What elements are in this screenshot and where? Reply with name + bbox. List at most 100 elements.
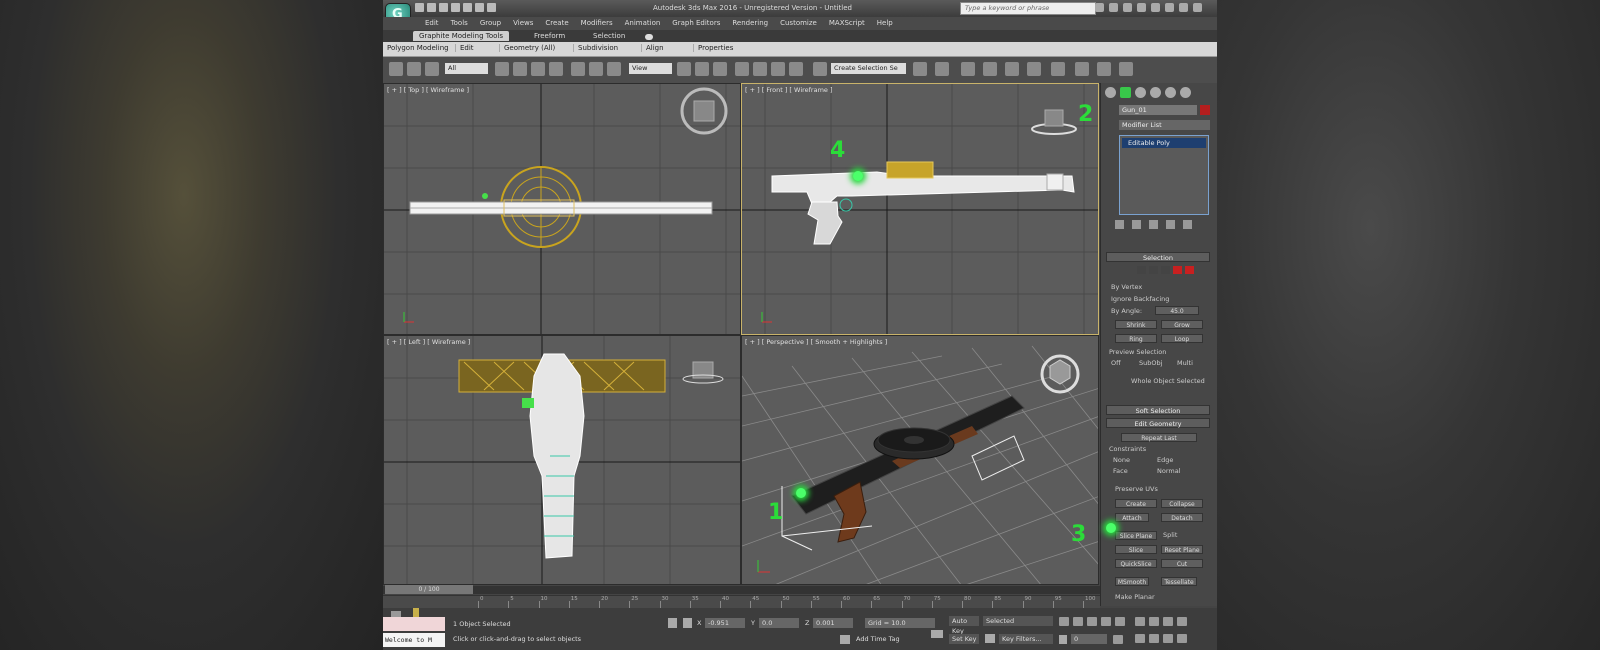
pin-stack-icon[interactable] bbox=[1115, 220, 1124, 229]
create-button[interactable]: Create bbox=[1115, 499, 1157, 508]
rendered-frame-icon[interactable] bbox=[1097, 62, 1111, 76]
selected-dropdown[interactable]: Selected bbox=[983, 616, 1053, 626]
viewport-front[interactable]: [ + ] [ Front ] [ Wireframe ] bbox=[741, 83, 1099, 335]
link-icon[interactable] bbox=[389, 62, 403, 76]
favorites-icon[interactable] bbox=[1137, 3, 1146, 12]
layer-manager-icon[interactable] bbox=[961, 62, 975, 76]
element-level-icon[interactable] bbox=[1185, 266, 1194, 274]
preview-off-radio[interactable]: Off bbox=[1111, 359, 1121, 367]
bind-space-warp-icon[interactable] bbox=[425, 62, 439, 76]
lock-selection-icon[interactable] bbox=[668, 618, 677, 628]
previous-frame-icon[interactable] bbox=[1073, 617, 1083, 626]
viewport-top-label[interactable]: [ + ] [ Top ] [ Wireframe ] bbox=[387, 86, 469, 94]
utilities-tab-icon[interactable] bbox=[1180, 87, 1191, 98]
scale-icon[interactable] bbox=[607, 62, 621, 76]
render-setup-icon[interactable] bbox=[1075, 62, 1089, 76]
shrink-button[interactable]: Shrink bbox=[1115, 320, 1157, 329]
time-tag-icon[interactable] bbox=[840, 635, 850, 644]
x-coordinate[interactable]: -0.951 bbox=[705, 618, 745, 628]
unlink-icon[interactable] bbox=[407, 62, 421, 76]
workspace-icon[interactable] bbox=[487, 3, 496, 12]
reset-plane-button[interactable]: Reset Plane bbox=[1161, 545, 1203, 554]
minimize-icon[interactable] bbox=[1165, 3, 1174, 12]
msmooth-button[interactable]: MSmooth bbox=[1115, 577, 1149, 586]
constraint-face-radio[interactable]: Face bbox=[1113, 467, 1128, 475]
create-tab-icon[interactable] bbox=[1105, 87, 1116, 98]
ribbon-toggle-icon[interactable] bbox=[645, 34, 653, 40]
open-file-icon[interactable] bbox=[427, 3, 436, 12]
align-icon[interactable] bbox=[935, 62, 949, 76]
search-icon[interactable] bbox=[1095, 3, 1104, 12]
next-frame-icon[interactable] bbox=[1101, 617, 1111, 626]
panel-edit[interactable]: Edit bbox=[455, 44, 478, 52]
ring-button[interactable]: Ring bbox=[1115, 334, 1157, 343]
edit-named-selection-icon[interactable] bbox=[813, 62, 827, 76]
viewport-perspective-label[interactable]: [ + ] [ Perspective ] [ Smooth + Highlig… bbox=[745, 338, 887, 346]
menu-modifiers[interactable]: Modifiers bbox=[575, 18, 619, 29]
subscription-icon[interactable] bbox=[1109, 3, 1118, 12]
border-level-icon[interactable] bbox=[1161, 266, 1170, 274]
auto-key-button[interactable]: Auto Key bbox=[949, 616, 979, 635]
spinner-snap-icon[interactable] bbox=[789, 62, 803, 76]
zoom-extents-all-icon[interactable] bbox=[1177, 617, 1187, 626]
set-key-icon[interactable] bbox=[985, 634, 995, 643]
reference-coordinate-dropdown[interactable]: View bbox=[629, 63, 672, 74]
time-configuration-icon[interactable] bbox=[1113, 635, 1123, 644]
repeat-last-button[interactable]: Repeat Last bbox=[1121, 433, 1197, 442]
set-key-button[interactable]: Set Key bbox=[949, 634, 979, 644]
edge-level-icon[interactable] bbox=[1149, 266, 1158, 274]
menu-maxscript[interactable]: MAXScript bbox=[823, 18, 871, 29]
panel-subdivision[interactable]: Subdivision bbox=[573, 44, 622, 52]
rectangular-selection-icon[interactable] bbox=[531, 62, 545, 76]
remove-modifier-icon[interactable] bbox=[1166, 220, 1175, 229]
constraint-normal-radio[interactable]: Normal bbox=[1157, 467, 1181, 475]
zoom-icon[interactable] bbox=[1135, 617, 1145, 626]
go-to-end-icon[interactable] bbox=[1115, 617, 1125, 626]
percent-snap-icon[interactable] bbox=[771, 62, 785, 76]
key-mode-icon[interactable] bbox=[1059, 635, 1067, 644]
material-editor-icon[interactable] bbox=[1051, 62, 1065, 76]
search-input[interactable]: Type a keyword or phrase bbox=[960, 2, 1096, 15]
select-object-icon[interactable] bbox=[495, 62, 509, 76]
polygon-level-icon[interactable] bbox=[1173, 266, 1182, 274]
current-frame-field[interactable]: 0 bbox=[1071, 634, 1107, 644]
viewport-front-label[interactable]: [ + ] [ Front ] [ Wireframe ] bbox=[745, 86, 833, 94]
maxscript-listener-input[interactable] bbox=[383, 617, 445, 631]
track-bar[interactable]: 0 5 10 15 20 25 30 35 40 45 50 55 60 65 70 75 80 85 90 95 10… bbox=[383, 595, 1100, 609]
viewport-left[interactable]: [ + ] [ Left ] [ Wireframe ] bbox=[383, 335, 741, 585]
by-angle-checkbox[interactable]: By Angle: bbox=[1111, 307, 1142, 315]
loop-button[interactable]: Loop bbox=[1161, 334, 1203, 343]
object-color-swatch[interactable] bbox=[1200, 105, 1210, 115]
show-end-result-icon[interactable] bbox=[1132, 220, 1141, 229]
viewport-left-label[interactable]: [ + ] [ Left ] [ Wireframe ] bbox=[387, 338, 470, 346]
render-production-icon[interactable] bbox=[1119, 62, 1133, 76]
z-coordinate[interactable]: 0.001 bbox=[813, 618, 853, 628]
attach-button[interactable]: Attach bbox=[1115, 513, 1149, 522]
menu-animation[interactable]: Animation bbox=[619, 18, 667, 29]
panel-geometry-all[interactable]: Geometry (All) bbox=[499, 44, 559, 52]
move-icon[interactable] bbox=[571, 62, 585, 76]
constraint-edge-radio[interactable]: Edge bbox=[1157, 456, 1173, 464]
by-vertex-checkbox[interactable]: By Vertex bbox=[1111, 283, 1142, 291]
viewport-perspective[interactable]: [ + ] [ Perspective ] [ Smooth + Highlig… bbox=[741, 335, 1099, 585]
constraint-none-radio[interactable]: None bbox=[1113, 456, 1130, 464]
schematic-view-icon[interactable] bbox=[1027, 62, 1041, 76]
keyboard-shortcut-icon[interactable] bbox=[713, 62, 727, 76]
select-by-name-icon[interactable] bbox=[513, 62, 527, 76]
window-crossing-icon[interactable] bbox=[549, 62, 563, 76]
modify-tab-icon[interactable] bbox=[1120, 87, 1131, 98]
rollout-soft-selection[interactable]: Soft Selection bbox=[1106, 405, 1210, 415]
object-name-field[interactable]: Gun_01 bbox=[1119, 105, 1197, 115]
graphite-toggle-icon[interactable] bbox=[983, 62, 997, 76]
panel-properties[interactable]: Properties bbox=[693, 44, 737, 52]
menu-tools[interactable]: Tools bbox=[445, 18, 474, 29]
detach-button[interactable]: Detach bbox=[1161, 513, 1203, 522]
split-checkbox[interactable]: Split bbox=[1163, 531, 1177, 539]
preserve-uvs-checkbox[interactable]: Preserve UVs bbox=[1115, 485, 1158, 493]
zoom-all-icon[interactable] bbox=[1149, 617, 1159, 626]
redo-icon[interactable] bbox=[463, 3, 472, 12]
new-file-icon[interactable] bbox=[415, 3, 424, 12]
maximize-viewport-icon[interactable] bbox=[1177, 634, 1187, 643]
preview-multi-radio[interactable]: Multi bbox=[1177, 359, 1193, 367]
mirror-icon[interactable] bbox=[913, 62, 927, 76]
